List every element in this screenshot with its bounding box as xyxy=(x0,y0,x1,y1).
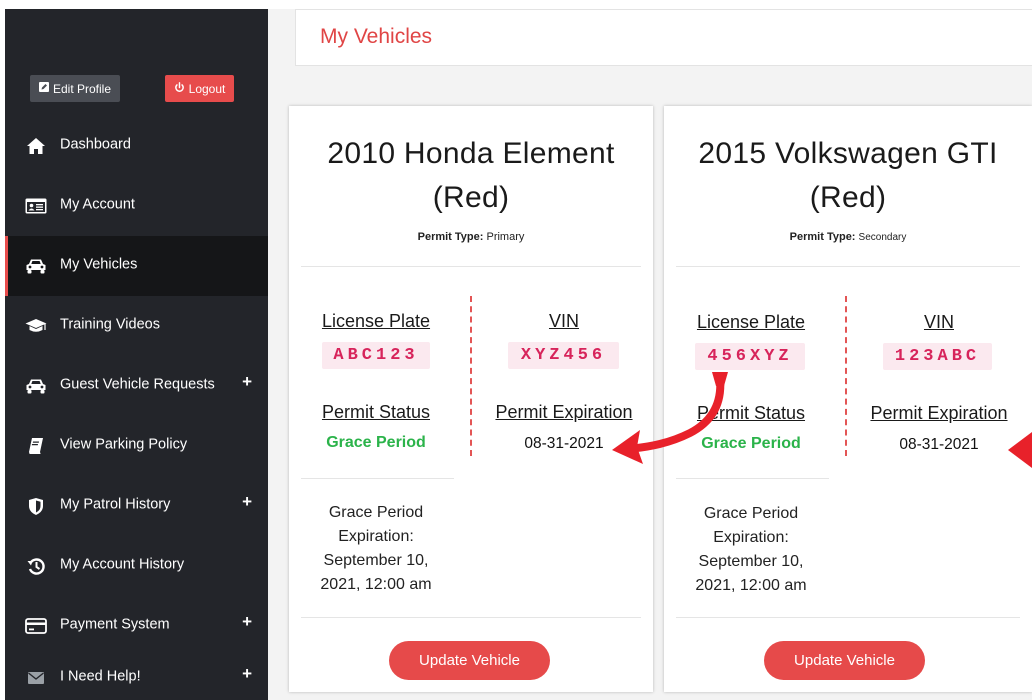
sidebar-item-label: View Parking Policy xyxy=(60,436,188,453)
sidebar-item-i-need-help[interactable]: I Need Help! + xyxy=(5,656,268,700)
edit-profile-label: Edit Profile xyxy=(52,81,112,96)
dashed-column-divider xyxy=(470,296,472,456)
power-icon xyxy=(174,81,185,96)
car-icon xyxy=(25,255,47,277)
vin-heading: VIN xyxy=(548,311,579,331)
divider xyxy=(676,266,1020,267)
divider xyxy=(301,266,641,267)
license-plate-heading: License Plate xyxy=(696,312,806,332)
divider xyxy=(301,617,641,618)
divider xyxy=(301,478,454,479)
vehicle-name-line1: 2015 Volkswagen GTI xyxy=(698,137,998,170)
sidebar-item-label: My Account History xyxy=(60,556,185,573)
sidebar: Edit Profile Logout Dashboard My Account… xyxy=(5,9,268,700)
logout-label: Logout xyxy=(188,81,226,96)
sidebar-item-dashboard[interactable]: Dashboard xyxy=(5,116,268,176)
grace-line: 2021, 12:00 am xyxy=(320,576,432,593)
grace-line: 2021, 12:00 am xyxy=(695,577,807,594)
vin-value: XYZ456 xyxy=(508,342,619,369)
grace-line: September 10, xyxy=(323,552,429,569)
sidebar-item-my-patrol-history[interactable]: My Patrol History + xyxy=(5,476,268,536)
sidebar-item-label: My Patrol History xyxy=(60,496,171,513)
license-plate-heading: License Plate xyxy=(321,311,431,331)
sidebar-item-my-vehicles[interactable]: My Vehicles xyxy=(5,236,268,296)
grace-period-expiration: Grace Period Expiration: September 10, 2… xyxy=(301,501,451,597)
dashed-column-divider xyxy=(845,296,847,456)
permit-type-value: Secondary xyxy=(858,232,907,243)
vehicle-name: 2010 Honda Element (Red) xyxy=(289,132,653,220)
sidebar-item-label: My Vehicles xyxy=(60,256,138,273)
edit-profile-button[interactable]: Edit Profile xyxy=(30,75,120,102)
permit-type-label: Permit Type: xyxy=(417,231,484,243)
vehicle-card: 2015 Volkswagen GTI (Red) Permit Type: S… xyxy=(664,106,1032,692)
permit-status-value: Grace Period xyxy=(701,435,801,452)
sidebar-item-label: I Need Help! xyxy=(60,668,141,685)
license-plate-value: ABC123 xyxy=(322,342,430,369)
logout-button[interactable]: Logout xyxy=(165,75,234,102)
vehicle-name: 2015 Volkswagen GTI (Red) xyxy=(664,132,1032,220)
expand-plus-icon[interactable]: + xyxy=(242,492,252,512)
vehicle-card: 2010 Honda Element (Red) Permit Type: Pr… xyxy=(289,106,653,692)
grace-line: September 10, xyxy=(698,553,804,570)
permit-expiration-heading: Permit Expiration xyxy=(870,403,1008,423)
page-title: My Vehicles xyxy=(320,25,433,48)
page-header: My Vehicles xyxy=(295,9,1032,66)
grace-line: Expiration: xyxy=(338,528,414,545)
book-icon xyxy=(25,435,47,457)
update-vehicle-button[interactable]: Update Vehicle xyxy=(389,641,550,680)
sidebar-item-training-videos[interactable]: Training Videos xyxy=(5,296,268,356)
sidebar-item-label: My Account xyxy=(60,196,135,213)
divider xyxy=(676,478,829,479)
car-icon xyxy=(25,375,47,397)
shield-icon xyxy=(25,495,47,517)
sidebar-item-payment-system[interactable]: Payment System + xyxy=(5,596,268,656)
permit-type-label: Permit Type: xyxy=(789,231,856,243)
grace-line: Expiration: xyxy=(713,529,789,546)
permit-status-value: Grace Period xyxy=(326,434,426,451)
top-strip xyxy=(0,0,1032,9)
sidebar-item-my-account[interactable]: My Account xyxy=(5,176,268,236)
edit-icon xyxy=(38,82,49,95)
sidebar-item-label: Training Videos xyxy=(60,316,160,333)
permit-type: Permit Type: Secondary xyxy=(664,231,1032,243)
envelope-icon xyxy=(25,667,47,689)
permit-expiration-value: 08-31-2021 xyxy=(899,436,979,453)
expand-plus-icon[interactable]: + xyxy=(242,612,252,632)
vehicle-name-line2: (Red) xyxy=(809,181,887,214)
sidebar-item-label: Guest Vehicle Requests xyxy=(60,376,215,393)
vehicle-name-line2: (Red) xyxy=(432,181,510,214)
divider xyxy=(676,617,1020,618)
expand-plus-icon[interactable]: + xyxy=(242,664,252,684)
sidebar-item-my-account-history[interactable]: My Account History xyxy=(5,536,268,596)
history-icon xyxy=(25,555,47,577)
vin-value: 123ABC xyxy=(883,343,992,370)
expand-plus-icon[interactable]: + xyxy=(242,372,252,392)
permit-expiration-heading: Permit Expiration xyxy=(495,402,633,422)
permit-status-heading: Permit Status xyxy=(696,403,806,423)
home-icon xyxy=(25,135,47,157)
permit-type-value: Primary xyxy=(486,231,525,243)
sidebar-item-label: Payment System xyxy=(60,616,170,633)
permit-type: Permit Type: Primary xyxy=(289,231,653,243)
credit-card-icon xyxy=(25,615,47,637)
graduation-cap-icon xyxy=(25,315,47,337)
sidebar-item-guest-vehicle-requests[interactable]: Guest Vehicle Requests + xyxy=(5,356,268,416)
grace-period-expiration: Grace Period Expiration: September 10, 2… xyxy=(676,502,826,598)
id-card-icon xyxy=(25,195,47,217)
sidebar-item-label: Dashboard xyxy=(60,136,131,153)
vin-heading: VIN xyxy=(923,312,954,332)
license-plate-value: 456XYZ xyxy=(695,343,805,370)
grace-line: Grace Period xyxy=(703,505,799,522)
permit-status-heading: Permit Status xyxy=(321,402,431,422)
update-vehicle-button[interactable]: Update Vehicle xyxy=(764,641,925,680)
grace-line: Grace Period xyxy=(328,504,424,521)
vehicle-name-line1: 2010 Honda Element xyxy=(327,137,615,170)
sidebar-item-view-parking-policy[interactable]: View Parking Policy xyxy=(5,416,268,476)
permit-expiration-value: 08-31-2021 xyxy=(524,435,604,452)
